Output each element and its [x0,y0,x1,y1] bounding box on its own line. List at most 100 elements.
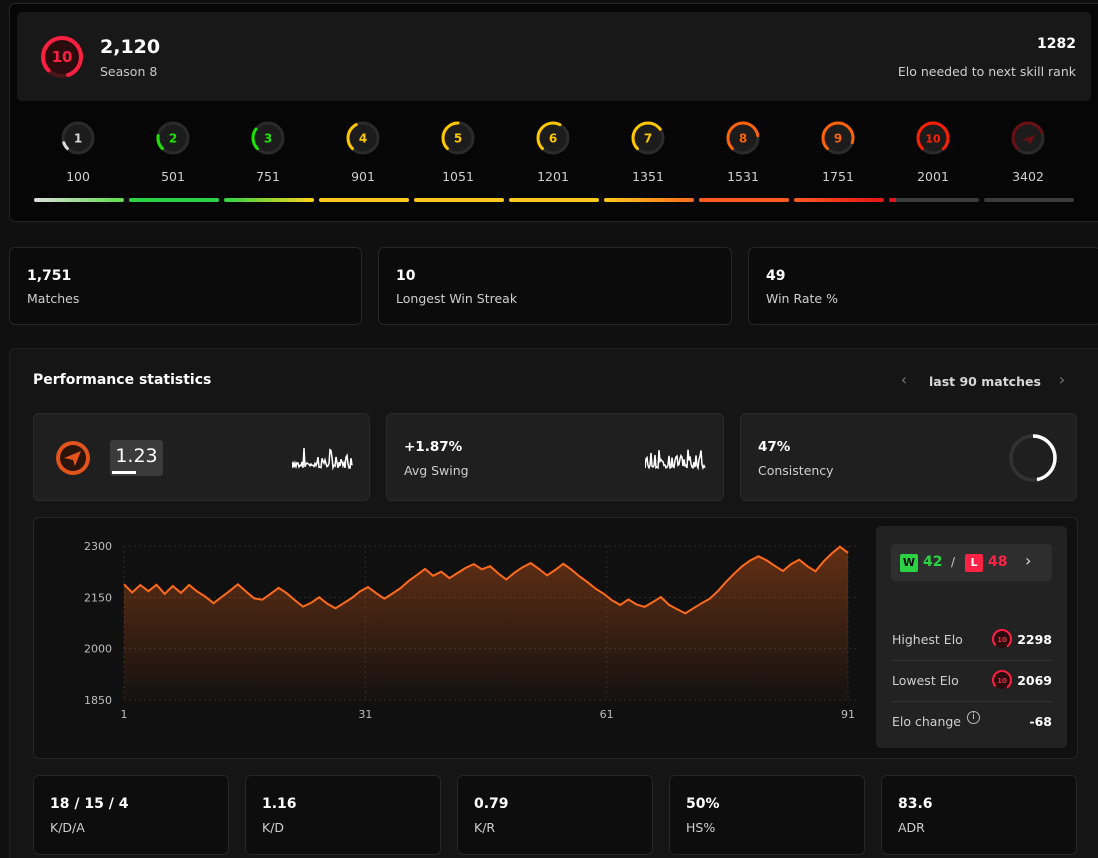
level-9-bar [794,198,884,202]
level-2-bar [129,198,219,202]
level-8-item: 8 1531 [697,118,789,184]
level-elo: 751 [256,169,280,184]
elo-to-next-label: Elo needed to next skill rank [897,64,1076,79]
stat-card-matches: 1,751 Matches [9,247,362,325]
level-7-bar [604,198,694,202]
chevron-right-icon: › [1025,551,1032,570]
level-elo: 501 [161,169,185,184]
stat-card-win-rate: 49 Win Rate % [748,247,1098,325]
stat-value: 0.79 [474,796,509,812]
level-10-icon: 10 [992,670,1012,690]
level-elo: 1201 [537,169,569,184]
level-7-icon: 7 [631,121,665,155]
level-number: 3 [264,132,272,146]
level-9-item: 9 1751 [792,118,884,184]
wins-count: 42 [923,554,943,570]
x-tick-label: 61 [600,708,614,721]
level-number: 7 [644,132,652,146]
level-6-icon: 6 [536,121,570,155]
svg-text:10: 10 [997,636,1007,644]
level-3-icon: 3 [251,121,285,155]
y-tick-label: 2150 [84,591,112,604]
y-tick-label: 2300 [84,540,112,553]
level-elo: 901 [351,169,375,184]
rating-bar [112,471,136,474]
stat-label: Win Rate % [766,291,838,306]
rating-tile: 1.23 [33,413,370,501]
level-number: 6 [549,132,557,146]
level-5-icon: 5 [441,121,475,155]
level-number: 9 [834,132,842,146]
divider [892,701,1052,702]
level-4-item: 4 901 [317,118,409,184]
performance-title: Performance statistics [33,372,212,388]
level-elo: 100 [66,169,90,184]
svg-text:10: 10 [997,677,1007,685]
elo-to-next: 1282 [1037,36,1076,52]
rating-sparkline [292,447,353,471]
stat-value: 18 / 15 / 4 [50,796,129,812]
consistency-tile: 47% Consistency [740,413,1077,501]
level-6-item: 6 1201 [507,118,599,184]
stat-value: 1,751 [27,268,72,284]
level-6-bar [509,198,599,202]
highest-elo-label: Highest Elo [892,632,963,647]
x-tick-label: 31 [358,708,372,721]
avg-swing-label: Avg Swing [404,463,469,478]
level-elo: 1531 [727,169,759,184]
level-4-icon: 4 [346,121,380,155]
level-number: 8 [739,132,747,146]
stat-value: 50% [686,796,720,812]
lowest-elo-label: Lowest Elo [892,673,959,688]
rating-icon [56,441,90,475]
win-loss-button[interactable]: W 42 / L 48 › [891,544,1052,581]
next-range-chevron-icon[interactable]: › [1054,370,1070,389]
stat-card-adr: 83.6 ADR [881,775,1077,855]
x-tick-label: 1 [121,708,128,721]
level-8-icon: 8 [726,121,760,155]
elo-header [17,12,1091,101]
consistency-ring [1009,434,1057,482]
highest-elo-value: 2298 [1017,632,1052,647]
season-label: Season 8 [100,64,158,79]
stat-label: HS% [686,820,716,835]
level-9-icon: 9 [821,121,855,155]
level-10-item: 10 2001 [887,118,979,184]
losses-count: 48 [988,554,1008,570]
level-number: 2 [169,132,177,146]
stat-label: Matches [27,291,80,306]
avg-swing-tile: +1.87% Avg Swing [386,413,724,501]
current-elo: 2,120 [100,36,161,58]
current-level-number: 10 [52,48,73,66]
elo-change-label: Elo change [892,714,961,729]
elo-summary-panel: W 42 / L 48 › Highest Elo 10 2298 Lowest… [876,526,1067,748]
level-elo: 1751 [822,169,854,184]
y-tick-label: 2000 [84,643,112,656]
stat-label: K/R [474,820,496,835]
level-2-item: 2 501 [127,118,219,184]
level-11-item: 3402 [982,118,1074,184]
consistency-label: Consistency [758,463,834,478]
stat-card-kr: 0.79 K/R [457,775,653,855]
avg-swing-sparkline [645,449,706,471]
stat-label: K/D/A [50,820,85,835]
level-number: 10 [925,133,941,146]
info-icon[interactable]: i [967,711,980,724]
stat-card-kd: 1.16 K/D [245,775,441,855]
level-number: 1 [74,132,82,146]
elo-change-value: -68 [1029,714,1052,729]
level-elo: 3402 [1012,169,1044,184]
range-label[interactable]: last 90 matches [929,374,1041,389]
level-number: 4 [359,132,367,146]
avg-swing-value: +1.87% [404,439,463,455]
level-8-bar [699,198,789,202]
rating-box: 1.23 [110,440,163,476]
level-10-icon: 10 [992,629,1012,649]
level-1-bar [34,198,124,202]
lowest-elo-value: 2069 [1017,673,1052,688]
win-badge: W [900,554,918,572]
stat-label: K/D [262,820,285,835]
prev-range-chevron-icon[interactable]: ‹ [896,370,912,389]
consistency-value: 47% [758,439,791,455]
stat-card-hs: 50% HS% [669,775,865,855]
